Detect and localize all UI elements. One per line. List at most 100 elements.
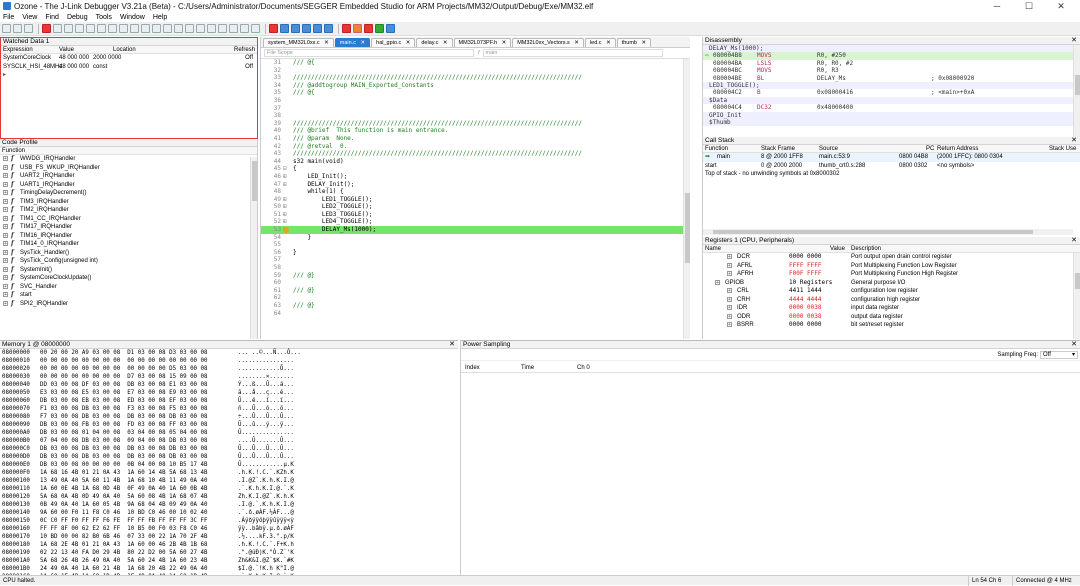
memory-hex[interactable]: 02 22 13 40 FA D0 29 4B 80 22 D2 00 5A 6… [40,549,208,557]
close-icon[interactable]: ✕ [1071,37,1077,45]
table-row[interactable]: SystemCoreClock 48 000 000 2000 0000 Off [1,54,257,63]
memory-row[interactable]: 08000120 5A 68 0A 4B 0D 49 0A 40 5A 60 08… [0,493,458,501]
fold-marker[interactable]: ⊞ [283,203,291,211]
expand-icon[interactable]: + [727,313,732,322]
memory-hex[interactable]: 0B 49 0A 40 1A 60 05 4B 9A 68 04 4B 09 4… [40,501,208,509]
code-line[interactable]: 45 ⊟{ [261,165,690,173]
expand-icon[interactable]: + [3,249,8,258]
expand-icon[interactable]: + [3,198,8,207]
memory-row[interactable]: 08000110 1A 60 0E 4B 1A 68 0D 4B 0F 49 0A… [0,485,458,493]
memory-row[interactable]: 08000010 00 00 00 00 00 00 00 00 00 00 00… [0,357,458,365]
disassembly-row[interactable]: DELAY_Ms(1000); [703,45,1080,53]
bookmark-icon[interactable] [386,24,395,33]
expand-icon[interactable]: + [3,155,8,164]
list-item[interactable]: + f SysTick_Handler() [0,249,257,258]
col-value[interactable]: Value [59,46,74,54]
scrollbar-thumb[interactable] [713,230,1033,234]
code-line[interactable]: 49 ⊞ LED1_TOGGLE(); [261,196,690,204]
expand-icon[interactable]: + [727,304,732,313]
run-icon[interactable] [280,24,289,33]
list-item[interactable]: + f TIM3_IRQHandler [0,198,257,207]
expand-icon[interactable]: + [3,283,8,292]
list-item[interactable]: + f TIM2_IRQHandler [0,206,257,215]
col-refresh[interactable]: Refresh [234,46,255,54]
expand-icon[interactable]: + [3,274,8,283]
expand-icon[interactable]: + [3,300,8,309]
fold-marker[interactable]: ⊞ [283,173,291,181]
disassembly-row[interactable]: 080004BC MOVS R0, R3 [703,67,1080,74]
memory-row[interactable]: 080001B0 24 49 0A 40 1A 60 21 4B 1A 68 20… [0,565,458,573]
memory-hex[interactable]: DB 03 00 08 DB 03 00 08 DB 03 00 08 DB 0… [40,445,208,453]
menu-view[interactable]: View [22,14,37,21]
memory-hex[interactable]: 5A 68 0A 4B 0D 49 0A 40 5A 60 08 4B 1A 6… [40,493,208,501]
source-cell[interactable]: thumb_crt0.s:288 [819,162,865,171]
tab-file[interactable]: hal_gpio.c ✕ [371,38,416,47]
register-value[interactable]: FFFF FFFF [789,262,822,271]
memory-row[interactable]: 080000D0 DB 03 00 08 DB 03 00 08 DB 03 00… [0,453,458,461]
code-line[interactable]: 64 [261,310,690,318]
memory-hex[interactable]: F7 03 00 08 DB 03 00 08 DB 03 00 08 DB 0… [40,413,208,421]
disassembly-row[interactable]: ⇨ 080004B8 MOVS R0, #250 [703,52,1080,60]
close-icon[interactable]: ✕ [323,40,329,46]
expand-icon[interactable]: + [3,164,8,173]
memory-hex[interactable]: 1A 68 2E 4B 01 21 0A 43 1A 60 00 46 2B 4… [40,541,208,549]
memory-hex[interactable]: DB 03 00 08 01 04 00 08 03 04 00 08 05 0… [40,429,208,437]
power-icon[interactable] [207,24,216,33]
register-value[interactable]: 0000 0038 [789,313,822,322]
register-row[interactable]: + IDR 0000 0038 input data register [703,304,1080,313]
code-line[interactable]: 51 ⊞ LED3_TOGGLE(); [261,211,690,219]
window-icon[interactable] [53,24,62,33]
fold-marker[interactable]: ⊞ [283,218,291,226]
col-stack-use[interactable]: Stack Use [1049,145,1076,153]
step-over-icon[interactable] [302,24,311,33]
memory-hex[interactable]: F1 03 00 08 DB 03 00 08 F3 03 00 08 F5 0… [40,405,208,413]
instruction-trace-icon[interactable] [229,24,238,33]
memory-hex[interactable]: 1A 60 0E 4B 1A 68 0D 4B 0F 49 0A 40 1A 6… [40,485,208,493]
disassembly-row[interactable]: LED1_TOGGLE(); [703,81,1080,90]
expand-icon[interactable]: + [3,181,8,190]
reset-icon[interactable] [291,24,300,33]
memory-hex[interactable]: E3 03 00 08 E5 03 00 08 E7 03 00 08 E9 0… [40,389,208,397]
memory-hex[interactable]: 1A 68 16 4B 01 21 0A 43 1A 60 14 4B 5A 6… [40,469,208,477]
locals-icon[interactable] [185,24,194,33]
code-line[interactable]: 63 /// @} [261,302,690,310]
list-item[interactable]: + f SystemInit() [0,266,257,275]
function-select[interactable]: main [482,49,663,57]
table-row[interactable]: SYSCLK_HSI_48MHz 48 000 000 const Off [1,63,257,72]
call-stack-icon[interactable] [130,24,139,33]
close-icon[interactable]: ✕ [573,40,579,46]
menu-debug[interactable]: Debug [67,14,88,21]
code-line[interactable]: 34 /// @addtogroup MAIN_Exported_Constant… [261,82,690,90]
register-row[interactable]: + AFRL FFFF FFFF Port Multiplexing Function… [703,262,1080,271]
memory-row[interactable]: 080000C0 DB 03 00 08 DB 03 00 08 DB 03 00… [0,445,458,453]
disassembly-list[interactable]: DELAY_Ms(1000); ⇨ 080004B8 MOVS R0, #250 0800… [703,45,1080,127]
code-line[interactable]: 55 [261,241,690,249]
col-index[interactable]: Index [465,363,480,373]
memory-hex[interactable]: 07 04 00 08 DB 03 00 08 09 04 00 08 DB 0… [40,437,208,445]
code-line[interactable]: 56} [261,249,690,257]
memory-row[interactable]: 08000130 0B 49 0A 40 1A 60 05 4B 9A 68 04… [0,501,458,509]
code-line[interactable]: 62 [261,294,690,302]
expand-icon[interactable]: + [3,240,8,249]
expand-icon[interactable]: + [715,279,720,288]
code-line[interactable]: 60 [261,279,690,287]
register-row[interactable]: + BSRR 0000 0000 bit set/reset register [703,321,1080,330]
memory-hex[interactable]: 00 00 00 00 00 00 00 00 00 00 00 00 00 0… [40,357,208,365]
memory-hex[interactable]: 9A 60 00 F0 11 F8 C0 46 10 BD C0 46 00 1… [40,509,208,517]
menu-help[interactable]: Help [153,14,167,21]
open-file-icon[interactable] [13,24,22,33]
list-item[interactable]: + f UART2_IRQHandler [0,172,257,181]
list-item[interactable]: + f TIM1_CC_IRQHandler [0,215,257,224]
add-expression-row[interactable]: ▸ [1,71,257,80]
memory-row[interactable]: 08000060 DB 03 00 08 EB 03 00 08 ED 03 00… [0,397,458,405]
col-value[interactable]: Value [830,245,845,253]
memory-row[interactable]: 08000020 00 00 00 00 00 00 00 00 00 00 00… [0,365,458,373]
register-row[interactable]: + CRH 4444 4444 configuration high register [703,296,1080,305]
memory-hex[interactable]: 00 00 00 00 00 00 00 00 00 00 00 00 D5 0… [40,365,208,373]
expand-icon[interactable]: + [3,257,8,266]
expand-icon[interactable]: + [3,172,8,181]
memory-icon[interactable] [75,24,84,33]
memory-row[interactable]: 08000040 DD 03 00 08 DF 03 00 08 DB 03 00… [0,381,458,389]
watch-icon[interactable] [64,24,73,33]
expand-icon[interactable]: + [727,253,732,262]
